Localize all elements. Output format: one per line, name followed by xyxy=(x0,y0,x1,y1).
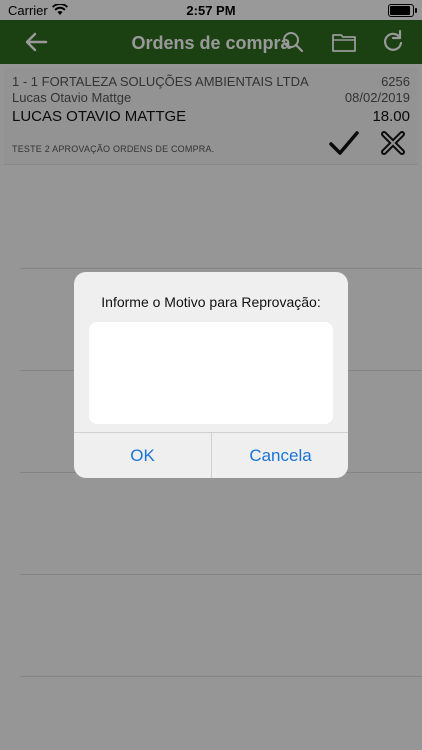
reason-input[interactable] xyxy=(89,322,333,424)
cancel-button[interactable]: Cancela xyxy=(211,433,348,478)
rejection-reason-dialog: Informe o Motivo para Reprovação: OK Can… xyxy=(74,272,348,478)
dialog-buttons: OK Cancela xyxy=(74,432,348,478)
ok-button[interactable]: OK xyxy=(74,433,211,478)
dialog-message: Informe o Motivo para Reprovação: xyxy=(101,294,321,310)
